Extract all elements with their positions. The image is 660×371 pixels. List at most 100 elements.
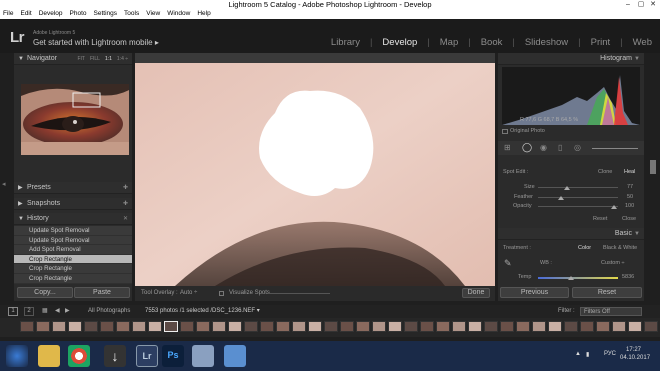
language-indicator[interactable]: РУС [604,351,616,357]
navigator-preview[interactable] [21,84,129,155]
menu-help[interactable]: Help [197,9,210,19]
menu-settings[interactable]: Settings [94,9,118,19]
history-item[interactable]: Crop Rectangle [14,264,132,274]
filmstrip-thumbnail[interactable] [276,321,290,332]
lightroom-taskbar-icon[interactable]: Lr [136,345,158,367]
menu-view[interactable]: View [146,9,160,19]
temp-slider[interactable] [538,277,618,279]
filmstrip-thumbnail[interactable] [644,321,658,332]
module-map[interactable]: Map [440,37,458,48]
size-value[interactable]: 77 [627,184,633,190]
module-library[interactable]: Library [331,37,360,48]
history-item[interactable]: Update Spot Removal [14,235,132,246]
module-print[interactable]: Print [591,37,611,48]
opacity-value[interactable]: 100 [625,203,634,209]
treatment-bw[interactable]: Black & White [603,245,637,251]
filmstrip-thumbnail[interactable] [468,321,482,332]
source-label[interactable]: All Photographs [88,305,130,318]
history-header[interactable]: ▼ History ✕ [14,213,132,225]
filmstrip-thumbnail[interactable] [260,321,274,332]
clock-date[interactable]: 04.10.2017 [620,355,650,361]
visualize-spots-checkbox[interactable] [219,291,224,296]
filmstrip-thumbnail[interactable] [484,321,498,332]
radial-filter-icon[interactable]: ◎ [574,143,581,152]
module-develop[interactable]: Develop [382,37,417,48]
filmstrip-thumbnail[interactable] [212,321,226,332]
treatment-color[interactable]: Color [578,245,591,251]
filmstrip-thumbnail[interactable] [20,321,34,332]
history-item[interactable]: Crop Rectangle [14,273,132,284]
photo-count-label[interactable]: 7553 photos /1 selected /DSC_1236.NEF ▾ [145,305,260,318]
filmstrip-thumbnail[interactable] [372,321,386,332]
clear-history-icon[interactable]: ✕ [123,213,128,225]
filmstrip-thumbnail[interactable] [628,321,642,332]
zoom-fill[interactable]: FILL [90,53,100,65]
grid-view-icon[interactable]: ▦ [42,305,48,318]
filmstrip-thumbnail[interactable] [436,321,450,332]
filmstrip-thumbnail[interactable] [68,321,82,332]
filmstrip-thumbnail[interactable] [340,321,354,332]
filmstrip-thumbnail[interactable] [532,321,546,332]
zoom-fit[interactable]: FIT [77,53,85,65]
filmstrip-thumbnail[interactable] [516,321,530,332]
filter-select[interactable]: Filters Off [580,307,642,316]
filmstrip[interactable] [0,318,660,337]
spot-removal-icon[interactable]: ◯ [522,142,532,153]
filmstrip-thumbnail[interactable] [548,321,562,332]
filmstrip-thumbnail[interactable] [196,321,210,332]
filmstrip-thumbnail[interactable] [500,321,514,332]
close-window-button[interactable]: ✕ [647,0,659,9]
previous-button[interactable]: Previous [500,287,569,298]
loupe-view[interactable]: Tool Overlay : Auto ÷ Visualize Spots Do… [135,53,495,301]
crop-overlay-icon[interactable]: ⊞ [504,143,511,152]
filmstrip-thumbnail[interactable] [388,321,402,332]
spot-reset-button[interactable]: Reset [593,216,607,222]
filmstrip-thumbnail[interactable] [228,321,242,332]
history-item-selected[interactable]: Crop Rectangle [14,254,132,265]
spot-close-button[interactable]: Close [622,216,636,222]
start-button-icon[interactable] [6,345,28,367]
filmstrip-thumbnail[interactable] [116,321,130,332]
main-window-button[interactable]: 1 [8,307,18,316]
paste-button[interactable]: Paste [74,287,130,298]
opacity-slider-knob[interactable] [611,205,617,209]
histogram-header[interactable]: Histogram ▼ [498,53,644,65]
done-button[interactable]: Done [462,288,490,298]
module-book[interactable]: Book [481,37,503,48]
zoom-1-4[interactable]: 1:4 ÷ [117,53,128,65]
photo-canvas[interactable] [135,53,495,286]
brush-slider[interactable] [592,148,638,149]
filmstrip-thumbnail[interactable] [420,321,434,332]
filmstrip-thumbnail[interactable] [132,321,146,332]
heal-option[interactable]: Heal [624,169,635,175]
menu-photo[interactable]: Photo [70,9,87,19]
maximize-button[interactable]: ▢ [635,0,647,9]
navigator-header[interactable]: ▼ Navigator FIT FILL 1:1 1:4 ÷ [14,53,132,65]
filmstrip-thumbnail[interactable] [292,321,306,332]
module-web[interactable]: Web [633,37,652,48]
eyedropper-icon[interactable]: ✎ [504,258,512,269]
filmstrip-thumbnail[interactable] [324,321,338,332]
feather-value[interactable]: 50 [627,194,633,200]
back-arrow-icon[interactable]: ◀ [55,305,60,318]
menu-file[interactable]: File [3,9,13,19]
visualize-threshold-slider[interactable] [270,293,330,294]
filmstrip-thumbnail[interactable] [612,321,626,332]
filmstrip-thumbnail[interactable] [308,321,322,332]
wb-select[interactable]: Custom ÷ [601,260,625,266]
snapshots-header[interactable]: ▶ Snapshots ✚ [14,198,132,210]
clone-option[interactable]: Clone [598,169,612,175]
right-scrollbar[interactable] [650,160,656,174]
menu-edit[interactable]: Edit [20,9,31,19]
filmstrip-thumbnail[interactable] [564,321,578,332]
feather-slider-knob[interactable] [558,196,564,200]
filmstrip-thumbnail[interactable] [84,321,98,332]
tray-arrow-icon[interactable]: ▲ [575,351,581,357]
graduated-filter-icon[interactable]: ▯ [558,143,562,152]
mobile-promo-link[interactable]: Get started with Lightroom mobile ▸ [33,38,159,47]
left-panel-toggle-icon[interactable]: ◂ [2,180,8,194]
second-window-button[interactable]: 2 [24,307,34,316]
network-icon[interactable]: ▮ [586,351,589,358]
feather-slider[interactable] [538,197,618,198]
original-photo-checkbox[interactable] [502,129,508,134]
